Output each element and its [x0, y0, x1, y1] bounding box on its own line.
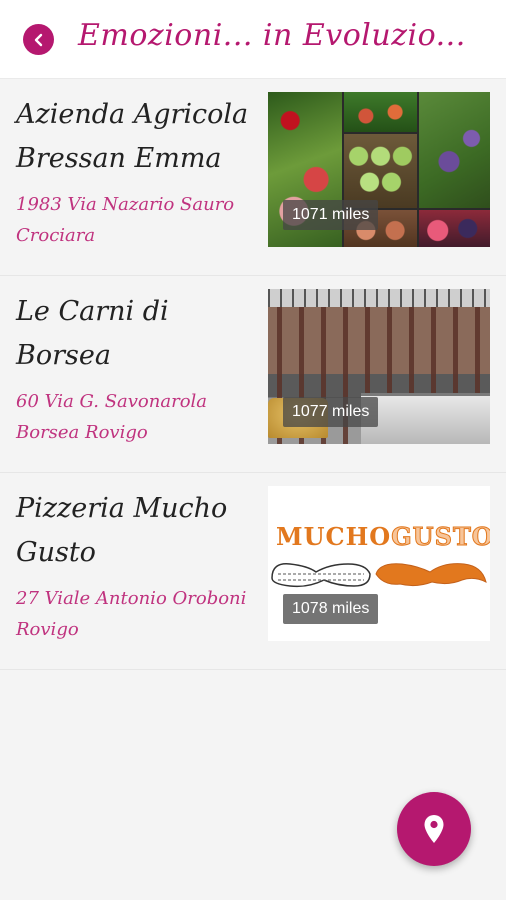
place-address: 27 Viale Antonio Oroboni Rovigo — [16, 588, 247, 640]
distance-badge: 1071 miles — [283, 200, 379, 230]
place-address: 1983 Via Nazario Sauro Crociara — [16, 194, 235, 246]
back-button[interactable] — [23, 24, 54, 55]
place-thumbnail[interactable]: 1077 miles — [268, 289, 490, 444]
chevron-left-icon — [34, 33, 42, 46]
list-item-texts: Pizzeria Mucho Gusto 27 Viale Antonio Or… — [16, 487, 251, 645]
list-item[interactable]: Pizzeria Mucho Gusto 27 Viale Antonio Or… — [0, 473, 506, 670]
list-item[interactable]: Le Carni di Borsea 60 Via G. Savonarola … — [0, 276, 506, 473]
list-item-texts: Azienda Agricola Bressan Emma 1983 Via N… — [16, 93, 251, 251]
map-pin-icon — [424, 815, 444, 843]
list-item-texts: Le Carni di Borsea 60 Via G. Savonarola … — [16, 290, 251, 448]
place-thumbnail[interactable]: MUCHOGUSTO 1078 miles — [268, 486, 490, 641]
place-address: 60 Via G. Savonarola Borsea Rovigo — [16, 391, 208, 443]
mustache-icon — [271, 563, 487, 588]
map-button[interactable] — [397, 792, 471, 866]
distance-badge: 1077 miles — [283, 397, 379, 427]
list-item[interactable]: Azienda Agricola Bressan Emma 1983 Via N… — [0, 79, 506, 276]
place-name: Azienda Agricola Bressan Emma — [16, 99, 249, 174]
place-thumbnail[interactable]: 1071 miles — [268, 92, 490, 247]
page-title: Emozioni... in Evoluzio... — [78, 18, 466, 53]
distance-badge: 1078 miles — [283, 594, 379, 624]
places-list: Azienda Agricola Bressan Emma 1983 Via N… — [0, 79, 506, 670]
place-name: Pizzeria Mucho Gusto — [16, 493, 228, 568]
place-name: Le Carni di Borsea — [16, 296, 169, 371]
app-bar: Emozioni... in Evoluzio... — [0, 0, 506, 79]
